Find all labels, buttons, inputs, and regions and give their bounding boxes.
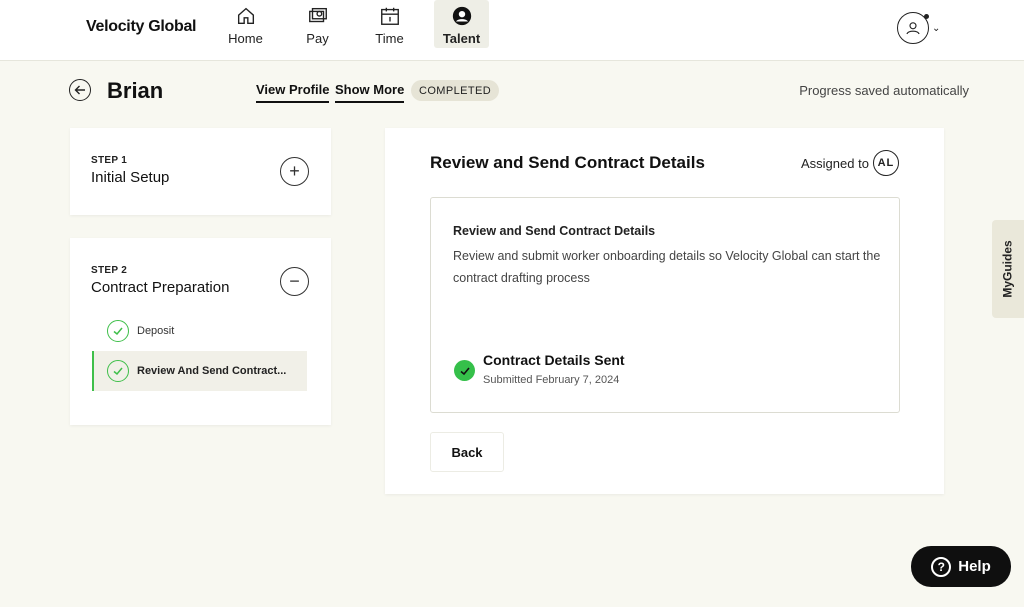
nav-time-label: Time [375, 31, 404, 46]
check-circle-icon [107, 360, 129, 382]
step-card-1: STEP 1 Initial Setup + [70, 128, 331, 215]
status-badge: COMPLETED [411, 80, 500, 101]
myguides-label: MyGuides [1001, 240, 1016, 298]
help-button[interactable]: ? Help [911, 546, 1011, 587]
myguides-tab[interactable]: MyGuides [992, 220, 1024, 318]
nav-talent-label: Talent [442, 31, 481, 46]
nav-time[interactable]: Time [362, 0, 417, 48]
sub-step-deposit[interactable]: Deposit [92, 311, 307, 351]
assignee: Assigned to AL [801, 150, 899, 176]
home-icon [237, 7, 254, 25]
task-details-box: Review and Send Contract Details Review … [430, 197, 900, 413]
sub-step-label: Deposit [137, 325, 175, 337]
nav-home-label: Home [228, 31, 263, 46]
submitted-date: Submitted February 7, 2024 [483, 374, 620, 386]
nav-talent[interactable]: Talent [434, 0, 489, 48]
step-number: STEP 1 [91, 155, 128, 166]
sub-step-review-contract[interactable]: Review And Send Contract... [92, 351, 307, 391]
calendar-icon [380, 7, 399, 25]
back-button[interactable]: Back [430, 432, 504, 472]
nav-pay-label: Pay [306, 31, 329, 46]
autosave-note: Progress saved automatically [799, 83, 969, 98]
step-card-2: STEP 2 Contract Preparation − Deposit Re… [70, 238, 331, 425]
step-number: STEP 2 [91, 265, 128, 276]
pay-icon [308, 7, 327, 23]
nav-pay[interactable]: Pay [290, 0, 345, 48]
expand-step-button[interactable]: + [280, 157, 309, 186]
assigned-label: Assigned to [801, 155, 869, 171]
check-circle-icon [107, 320, 129, 342]
question-icon: ? [931, 556, 952, 577]
task-panel: Review and Send Contract Details Assigne… [385, 128, 944, 494]
account-menu[interactable]: ⌄ [897, 12, 940, 44]
help-label: Help [958, 558, 991, 575]
back-arrow-icon[interactable] [69, 79, 91, 101]
brand-logo[interactable]: Velocity Global [86, 18, 197, 36]
chevron-down-icon: ⌄ [932, 22, 941, 34]
worker-name: Brian [107, 78, 164, 103]
user-icon [897, 12, 929, 44]
details-title: Review and Send Contract Details [453, 224, 656, 238]
main-nav: Home Pay Time Talent [218, 0, 506, 48]
details-description: Review and submit worker onboarding deta… [453, 249, 881, 285]
view-profile-link[interactable]: View Profile [256, 82, 330, 103]
step-title: Contract Preparation [91, 279, 230, 296]
assignee-avatar[interactable]: AL [872, 150, 899, 176]
show-more-link[interactable]: Show More [335, 82, 405, 103]
sub-step-label: Review And Send Contract... [137, 365, 287, 377]
task-title: Review and Send Contract Details [430, 153, 705, 172]
step-title: Initial Setup [91, 169, 170, 186]
top-bar: Velocity Global Home Pay Time Talent ⌄ [0, 0, 1024, 61]
check-icon [454, 360, 475, 381]
collapse-step-button[interactable]: − [280, 267, 309, 296]
nav-home[interactable]: Home [218, 0, 273, 48]
sent-status-title: Contract Details Sent [483, 352, 625, 368]
notification-dot [924, 14, 929, 19]
talent-icon [452, 6, 471, 26]
